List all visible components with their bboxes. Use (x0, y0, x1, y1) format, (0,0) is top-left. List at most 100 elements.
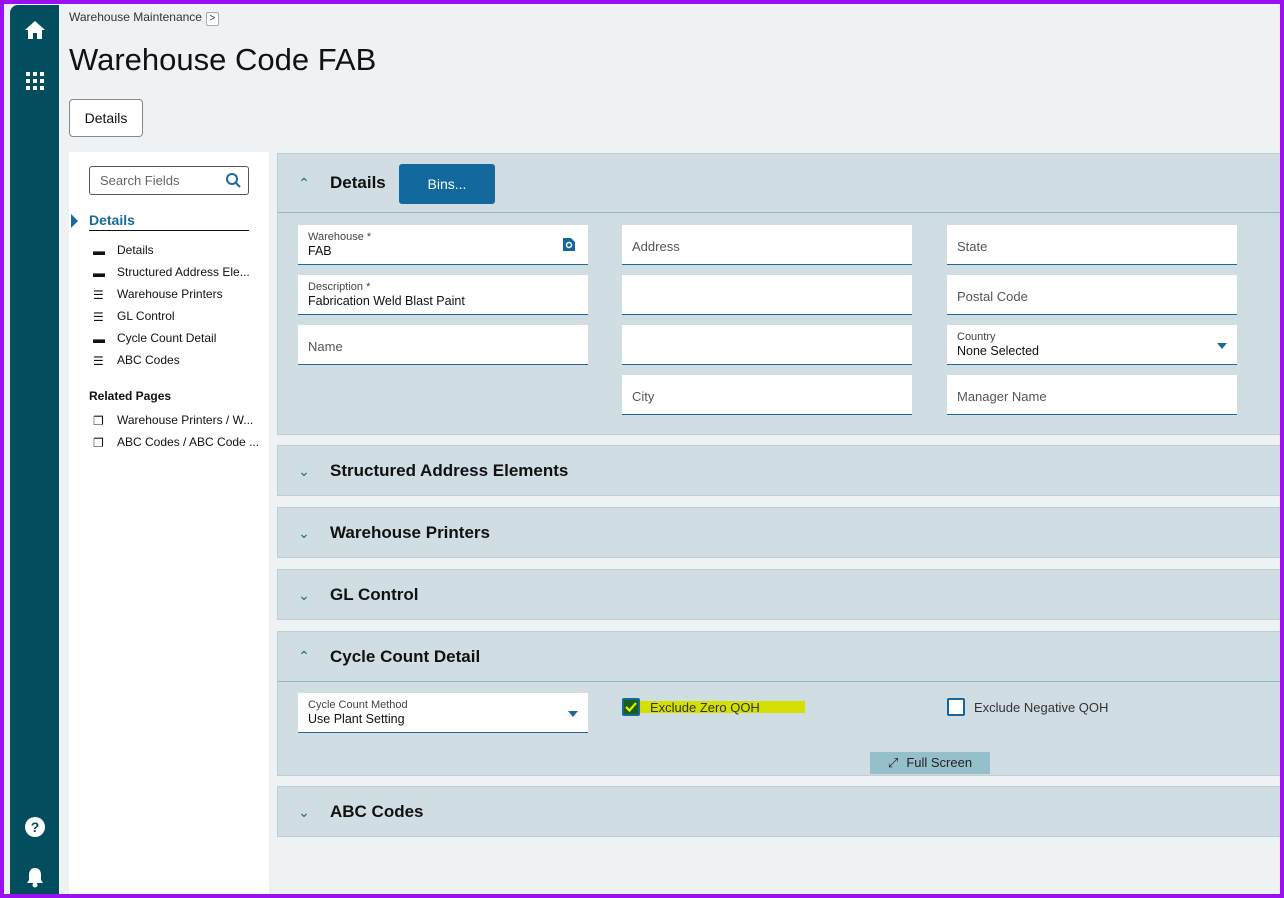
field-label: Country (957, 331, 996, 343)
city-field[interactable]: City (622, 375, 912, 415)
chevron-up-icon: ⌃ (298, 648, 310, 664)
manager-name-field[interactable]: Manager Name (947, 375, 1237, 415)
address-line-3-field[interactable] (622, 325, 912, 365)
list-icon: ☰ (93, 353, 104, 368)
pages-icon: ❐ (93, 413, 104, 428)
structured-address-panel: ⌄ Structured Address Elements (277, 445, 1280, 496)
description-field[interactable]: Description * Fabrication Weld Blast Pain… (298, 275, 588, 315)
chevron-down-icon: ⌄ (298, 524, 310, 541)
state-field[interactable]: State (947, 225, 1237, 265)
cycle-count-header[interactable]: ⌃ Cycle Count Detail (278, 632, 1280, 682)
exclude-negative-qoh-label: Exclude Negative QOH (974, 700, 1109, 715)
field-placeholder: City (632, 389, 655, 404)
warehouse-printers-panel: ⌄ Warehouse Printers (277, 507, 1280, 558)
section-title: ABC Codes (330, 802, 424, 821)
address-field[interactable]: Address (622, 225, 912, 265)
nav-item-details[interactable]: ▬ Details (93, 243, 154, 258)
field-placeholder: Address (632, 239, 680, 254)
full-screen-label: Full Screen (906, 755, 973, 770)
field-navigator: Search Fields Details ▬ Details ▬ Structur… (69, 152, 269, 894)
expand-icon: ⤢ (887, 755, 899, 770)
exclude-zero-qoh-label: Exclude Zero QOH (650, 700, 760, 715)
page-title: Warehouse Code FAB (69, 42, 377, 77)
cycle-count-method-select[interactable]: Cycle Count Method Use Plant Setting (298, 693, 588, 733)
chevron-down-icon: ⌄ (298, 586, 310, 603)
apps-grid-icon[interactable] (24, 70, 46, 92)
cycle-count-panel: ⌃ Cycle Count Detail Cycle Count Method Us… (277, 631, 1280, 776)
nav-item-structured-address[interactable]: ▬ Structured Address Ele... (93, 265, 250, 280)
bell-icon[interactable] (24, 866, 46, 888)
name-field[interactable]: Name (298, 325, 588, 365)
checkmark-icon (625, 702, 637, 713)
nav-item-label: ABC Codes (117, 353, 180, 367)
related-abc-codes[interactable]: ❐ ABC Codes / ABC Code ... (93, 435, 259, 450)
breadcrumb-chevron-icon[interactable]: > (205, 12, 219, 26)
gl-control-header[interactable]: ⌄ GL Control (278, 570, 1280, 620)
field-placeholder: Postal Code (957, 289, 1028, 304)
country-select[interactable]: Country None Selected (947, 325, 1237, 365)
field-value: None Selected (957, 344, 1040, 358)
nav-item-label: Structured Address Ele... (117, 265, 250, 279)
related-warehouse-printers[interactable]: ❐ Warehouse Printers / W... (93, 413, 253, 428)
section-title: Structured Address Elements (330, 461, 569, 480)
exclude-negative-qoh-checkbox[interactable] (947, 698, 965, 716)
card-icon: ▬ (93, 331, 105, 346)
list-icon: ☰ (93, 287, 104, 302)
expand-triangle-icon (71, 214, 78, 228)
abc-codes-panel: ⌄ ABC Codes (277, 786, 1280, 837)
exclude-zero-qoh-checkbox[interactable] (622, 698, 640, 716)
card-icon: ▬ (93, 265, 105, 280)
list-icon: ☰ (93, 309, 104, 324)
section-title: Details (330, 173, 386, 192)
field-label: Warehouse * (308, 231, 372, 243)
svg-text:?: ? (31, 819, 40, 835)
full-screen-button[interactable]: ⤢ Full Screen (870, 752, 990, 774)
nav-item-label: Warehouse Printers (117, 287, 223, 301)
nav-item-label: Cycle Count Detail (117, 331, 217, 345)
related-pages-heading: Related Pages (89, 389, 172, 403)
bins-button[interactable]: Bins... (399, 164, 495, 204)
section-title: GL Control (330, 585, 419, 604)
field-placeholder: Name (308, 339, 343, 354)
warehouse-field[interactable]: Warehouse * FAB (298, 225, 588, 265)
search-icon (226, 173, 241, 188)
nav-item-label: Details (117, 243, 154, 257)
search-placeholder: Search Fields (100, 173, 180, 188)
card-icon: ▬ (93, 243, 105, 258)
details-panel: ⌃ Details Bins... Warehouse * FAB Descript… (277, 153, 1280, 435)
field-value: FAB (308, 244, 332, 258)
lookup-icon[interactable] (562, 237, 576, 252)
field-placeholder: State (957, 239, 988, 254)
breadcrumb: Warehouse Maintenance > (69, 10, 219, 26)
nav-item-label: GL Control (117, 309, 175, 323)
related-label: Warehouse Printers / W... (117, 413, 254, 427)
help-icon[interactable]: ? (24, 816, 46, 838)
dropdown-arrow-icon (568, 711, 578, 717)
search-fields-input[interactable]: Search Fields (89, 166, 249, 195)
gl-control-panel: ⌄ GL Control (277, 569, 1280, 620)
warehouse-printers-header[interactable]: ⌄ Warehouse Printers (278, 508, 1280, 558)
address-line-2-field[interactable] (622, 275, 912, 315)
postal-code-field[interactable]: Postal Code (947, 275, 1237, 315)
chevron-down-icon: ⌄ (298, 462, 310, 479)
home-icon[interactable] (24, 19, 46, 41)
pages-icon: ❐ (93, 435, 104, 450)
dropdown-arrow-icon (1217, 343, 1227, 349)
chevron-up-icon: ⌃ (298, 174, 310, 191)
structured-address-header[interactable]: ⌄ Structured Address Elements (278, 446, 1280, 496)
field-label: Description * (308, 281, 371, 293)
nav-section-details[interactable]: Details (89, 212, 249, 231)
field-value: Use Plant Setting (308, 712, 405, 726)
nav-item-gl-control[interactable]: ☰ GL Control (93, 309, 175, 324)
side-nav: ? (10, 5, 59, 894)
abc-codes-header[interactable]: ⌄ ABC Codes (278, 787, 1280, 837)
tab-details[interactable]: Details (69, 99, 143, 137)
section-title: Warehouse Printers (330, 523, 490, 542)
app-window: ? Warehouse Maintenance > Warehouse Code … (4, 4, 1280, 894)
nav-item-warehouse-printers[interactable]: ☰ Warehouse Printers (93, 287, 223, 302)
breadcrumb-warehouse-maintenance[interactable]: Warehouse Maintenance (69, 10, 202, 24)
field-placeholder: Manager Name (957, 389, 1047, 404)
nav-item-abc-codes[interactable]: ☰ ABC Codes (93, 353, 180, 368)
field-value: Fabrication Weld Blast Paint (308, 294, 465, 308)
nav-item-cycle-count[interactable]: ▬ Cycle Count Detail (93, 331, 216, 346)
